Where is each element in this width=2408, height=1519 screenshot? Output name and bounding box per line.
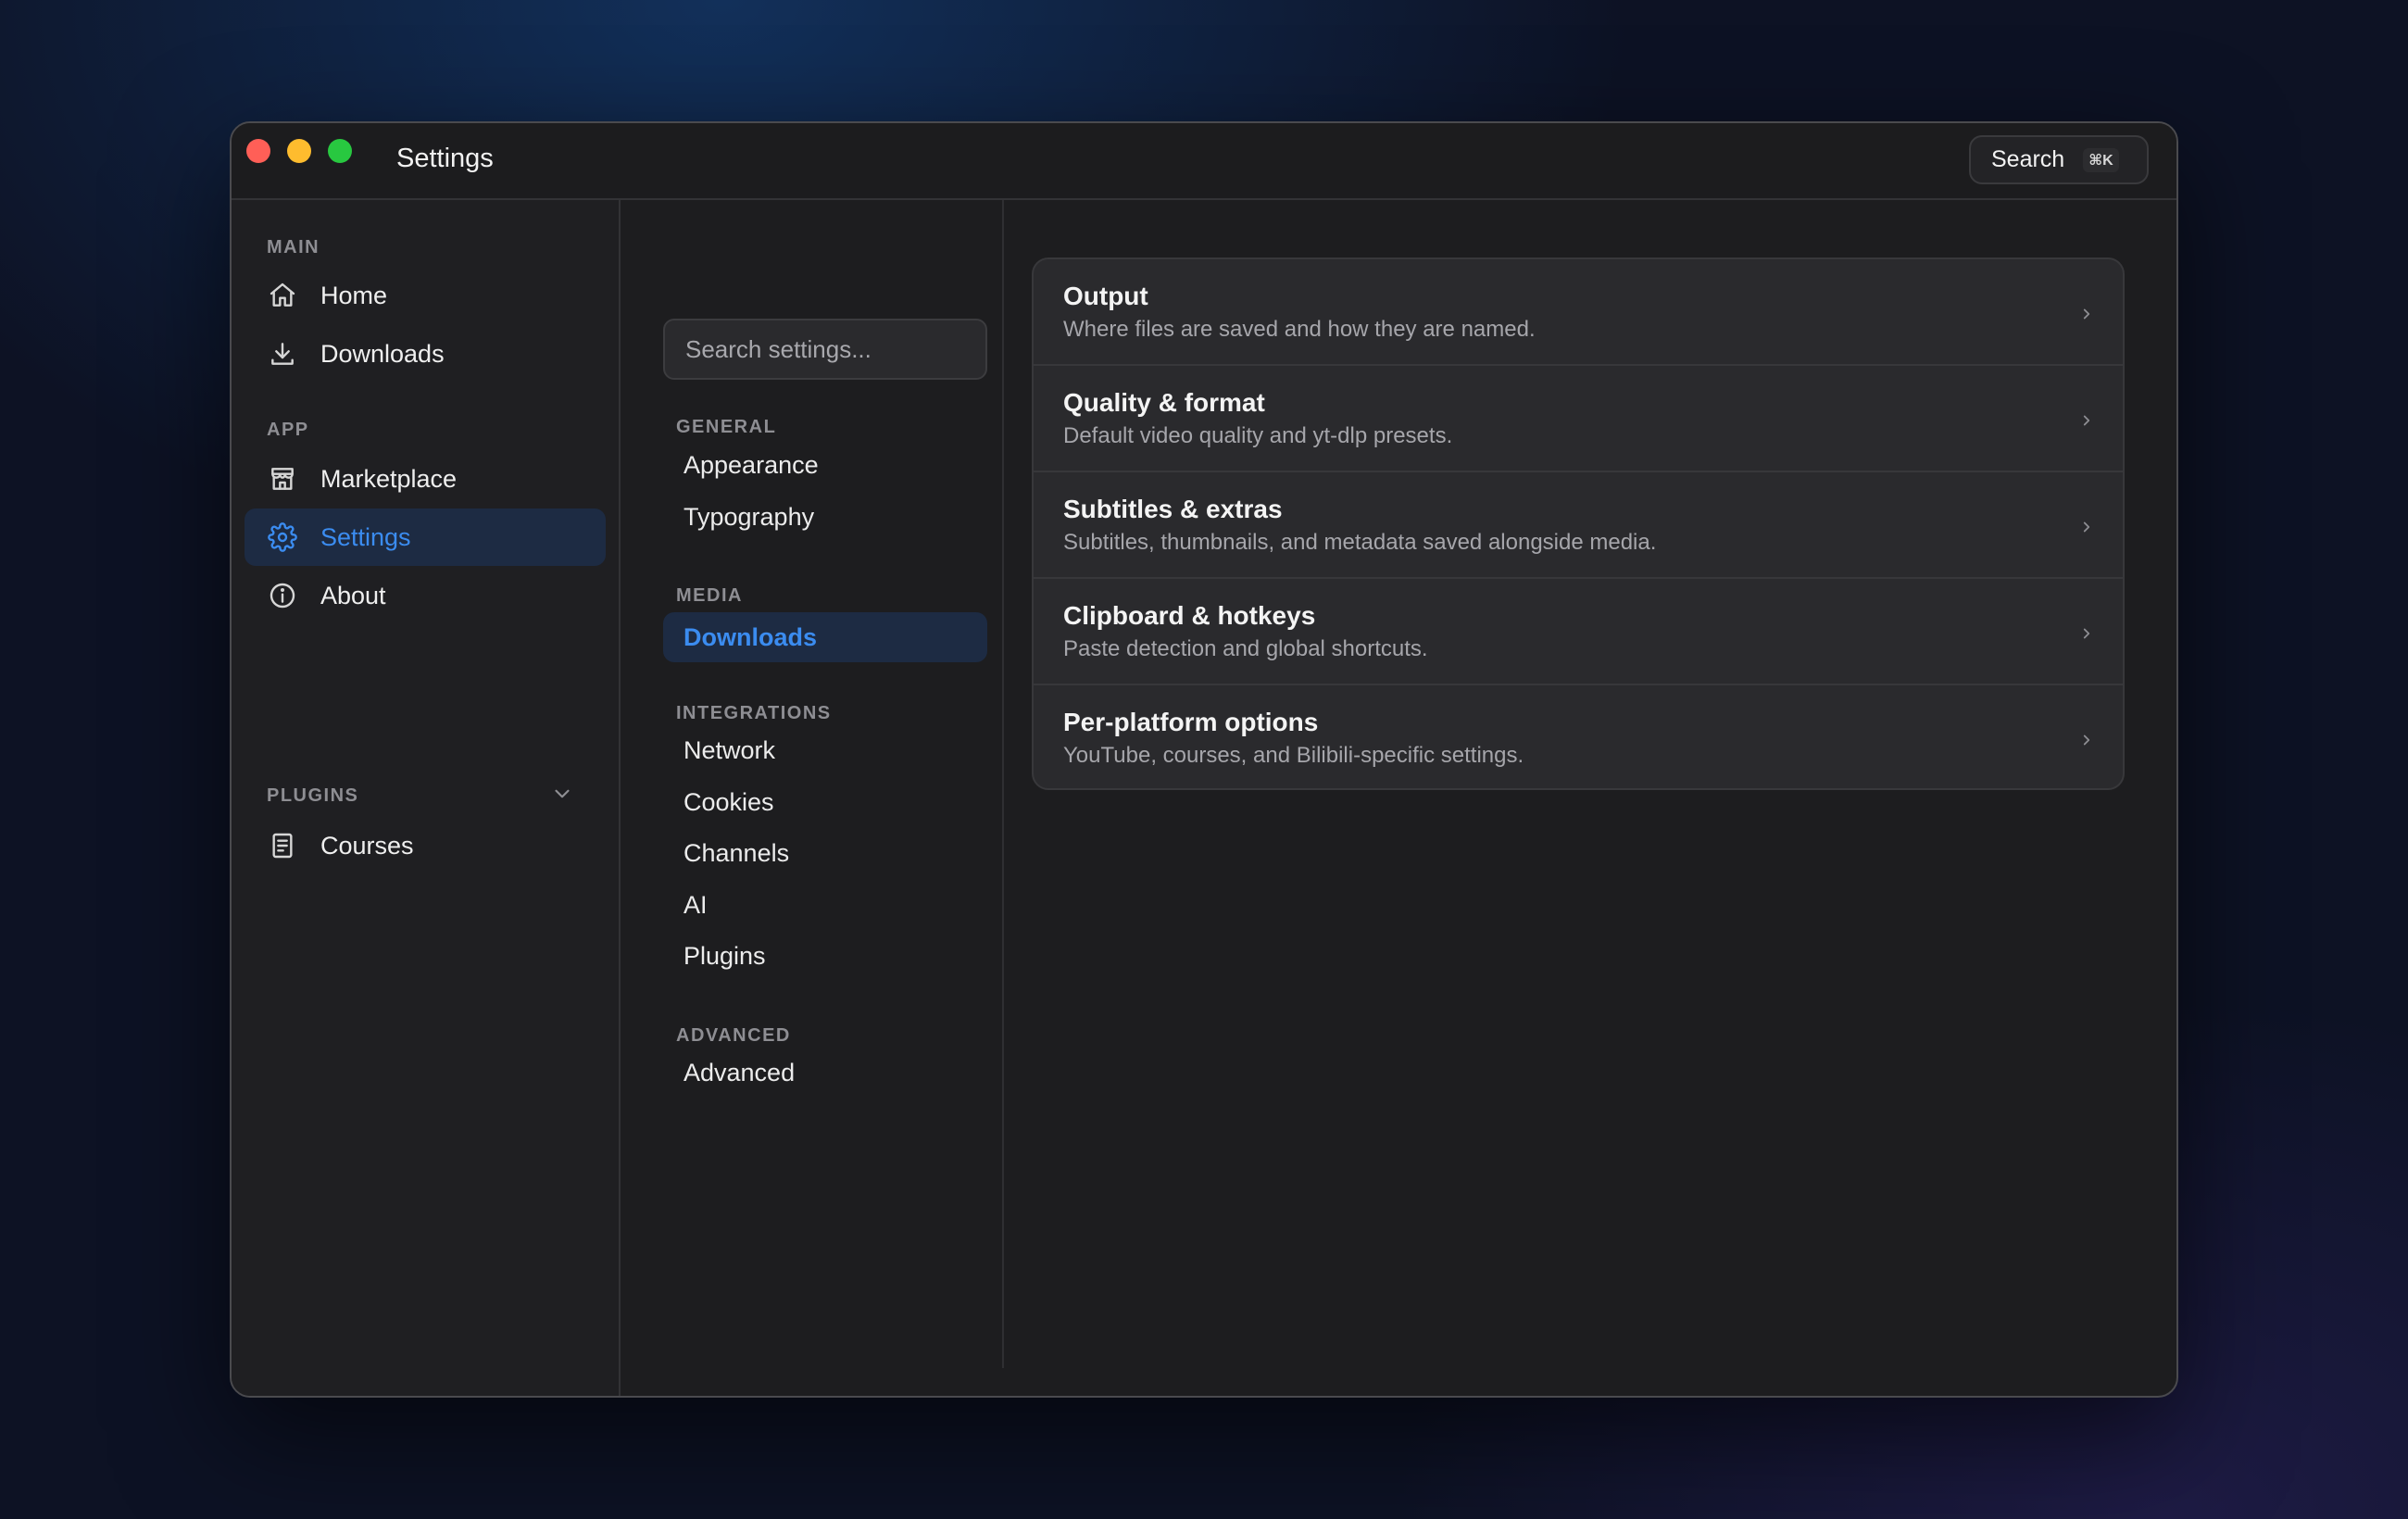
window-title: Settings	[396, 144, 494, 173]
row-description: Default video quality and yt-dlp presets…	[1063, 423, 1453, 448]
row-description: YouTube, courses, and Bilibili-specific …	[1063, 743, 1524, 768]
search-button-label: Search	[1991, 146, 2065, 172]
settings-item-cookies[interactable]: Cookies	[663, 777, 987, 827]
settings-search-input[interactable]	[663, 319, 987, 380]
settings-row-clipboard-hotkeys[interactable]: Clipboard & hotkeys Paste detection and …	[1034, 579, 2123, 685]
search-shortcut-badge: ⌘K	[2083, 147, 2119, 172]
settings-group-integrations: INTEGRATIONS	[676, 703, 832, 723]
sidebar-item-label: About	[320, 581, 386, 609]
sidebar-item-label: Downloads	[320, 339, 445, 368]
settings-window: Settings Search ⌘K MAIN Home Downloads A…	[230, 121, 2178, 1398]
row-title: Subtitles & extras	[1063, 495, 1283, 523]
download-icon	[267, 338, 298, 370]
maximize-window-button[interactable]	[328, 139, 352, 163]
sidebar-item-home[interactable]: Home	[245, 267, 606, 324]
store-icon	[267, 463, 298, 495]
sidebar-section-plugins: PLUGINS	[267, 785, 359, 806]
row-title: Clipboard & hotkeys	[1063, 601, 1316, 630]
sidebar-item-label: Marketplace	[320, 464, 458, 493]
home-icon	[267, 280, 298, 311]
chevron-right-icon	[2078, 519, 2095, 535]
minimize-window-button[interactable]	[287, 139, 311, 163]
settings-item-plugins[interactable]: Plugins	[663, 931, 987, 981]
settings-group-media: MEDIA	[676, 585, 743, 606]
settings-item-advanced[interactable]: Advanced	[663, 1048, 987, 1098]
chevron-right-icon	[2078, 732, 2095, 748]
sidebar-section-main: MAIN	[267, 237, 320, 257]
sidebar-item-label: Home	[320, 281, 388, 309]
sidebar-item-marketplace[interactable]: Marketplace	[245, 450, 606, 508]
sidebar-item-downloads[interactable]: Downloads	[245, 325, 606, 383]
sidebar-item-courses[interactable]: Courses	[245, 817, 606, 874]
settings-item-downloads[interactable]: Downloads	[663, 612, 987, 662]
chevron-down-icon[interactable]	[550, 782, 574, 806]
sidebar-section-app: APP	[267, 420, 309, 440]
global-search-button[interactable]: Search ⌘K	[1969, 135, 2149, 184]
row-title: Per-platform options	[1063, 708, 1319, 736]
settings-item-typography[interactable]: Typography	[663, 492, 987, 542]
settings-group-general: GENERAL	[676, 417, 777, 437]
close-window-button[interactable]	[246, 139, 270, 163]
row-description: Where files are saved and how they are n…	[1063, 317, 1536, 342]
settings-row-subtitles-extras[interactable]: Subtitles & extras Subtitles, thumbnails…	[1034, 472, 2123, 579]
info-icon	[267, 580, 298, 611]
gear-icon	[267, 521, 298, 553]
sidebar-item-label: Courses	[320, 831, 414, 860]
settings-row-output[interactable]: Output Where files are saved and how the…	[1034, 259, 2123, 366]
sidebar-item-settings[interactable]: Settings	[245, 508, 606, 566]
row-title: Output	[1063, 282, 1148, 310]
row-description: Paste detection and global shortcuts.	[1063, 636, 1428, 661]
chevron-right-icon	[2078, 625, 2095, 642]
settings-item-network[interactable]: Network	[663, 725, 987, 775]
settings-group-advanced: ADVANCED	[676, 1025, 791, 1046]
settings-row-quality-format[interactable]: Quality & format Default video quality a…	[1034, 366, 2123, 472]
chevron-right-icon	[2078, 306, 2095, 322]
chevron-right-icon	[2078, 412, 2095, 429]
settings-item-channels[interactable]: Channels	[663, 828, 987, 878]
row-description: Subtitles, thumbnails, and metadata save…	[1063, 530, 1657, 555]
row-title: Quality & format	[1063, 388, 1265, 417]
sidebar-item-label: Settings	[320, 522, 411, 551]
sidebar: MAIN Home Downloads APP Marketplace Sett	[232, 200, 621, 1396]
sidebar-item-about[interactable]: About	[245, 567, 606, 624]
settings-item-appearance[interactable]: Appearance	[663, 440, 987, 490]
settings-item-ai[interactable]: AI	[663, 880, 987, 930]
settings-row-per-platform[interactable]: Per-platform options YouTube, courses, a…	[1034, 685, 2123, 788]
document-icon	[267, 830, 298, 861]
downloads-settings-panel: Output Where files are saved and how the…	[1032, 257, 2125, 790]
titlebar: Settings Search ⌘K	[232, 123, 2176, 200]
settings-category-nav: GENERAL Appearance Typography MEDIA Down…	[621, 200, 1004, 1368]
